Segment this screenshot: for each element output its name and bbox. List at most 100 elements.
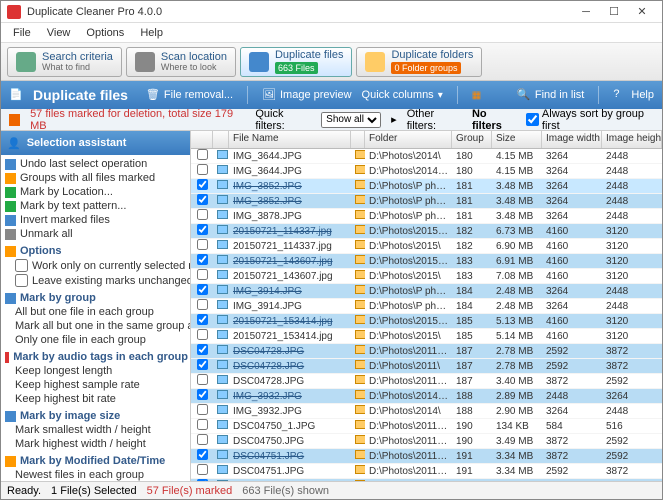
undo-select[interactable]: Undo last select operation: [5, 157, 188, 171]
filter-nav-icon[interactable]: ▸: [391, 113, 397, 126]
quick-filters-select[interactable]: Show all: [321, 112, 381, 128]
mark-by-location[interactable]: Mark by Location...: [5, 185, 188, 199]
table-row[interactable]: IMG_3914.JPGD:\Photos\P phone\858HDJES\1…: [191, 299, 662, 314]
moddate-newest[interactable]: Newest files in each group: [5, 468, 188, 481]
mark-by-text[interactable]: Mark by text pattern...: [5, 199, 188, 213]
help-button[interactable]: ?Help: [613, 88, 654, 102]
opt-leave-marks[interactable]: Leave existing marks unchanged: [5, 273, 188, 288]
table-row[interactable]: DSC04750_1.JPGD:\Photos\2011\24-10-2011\…: [191, 419, 662, 434]
row-checkbox[interactable]: [197, 224, 208, 235]
invert-icon: [5, 215, 16, 226]
maximize-button[interactable]: ☐: [600, 3, 628, 21]
row-checkbox[interactable]: [197, 284, 208, 295]
row-checkbox[interactable]: [197, 374, 208, 385]
col-folder[interactable]: Folder: [365, 131, 452, 148]
row-checkbox[interactable]: [197, 449, 208, 460]
row-checkbox[interactable]: [197, 299, 208, 310]
cell-group: 187: [452, 346, 492, 357]
keep-bit-rate[interactable]: Keep highest bit rate: [5, 392, 188, 406]
unmark-all[interactable]: Unmark all: [5, 227, 188, 241]
table-row[interactable]: 20150721_143607.jpgD:\Photos\2015\1837.0…: [191, 269, 662, 284]
cell-group: 190: [452, 421, 492, 432]
table-row[interactable]: IMG_3644.JPGD:\Photos\2014\1804.15 MB326…: [191, 149, 662, 164]
folders-icon: [365, 52, 385, 72]
quick-columns-button[interactable]: Quick columns ▾: [362, 89, 443, 101]
image-preview-button[interactable]: 🖼Image preview: [262, 88, 352, 102]
menu-file[interactable]: File: [5, 25, 39, 41]
row-checkbox[interactable]: [197, 419, 208, 430]
invert-marks[interactable]: Invert marked files: [5, 213, 188, 227]
table-row[interactable]: IMG_3852.JPGD:\Photos\P phone\858HDJES\1…: [191, 194, 662, 209]
opt-selected-rows[interactable]: Work only on currently selected rows: [5, 258, 188, 273]
row-checkbox[interactable]: [197, 194, 208, 205]
file-removal-button[interactable]: 🗑File removal...: [146, 88, 233, 102]
table-row[interactable]: DSC04750.JPGD:\Photos\2011\24-10-2011\19…: [191, 434, 662, 449]
minimize-button[interactable]: ─: [572, 3, 600, 21]
tab-scan-location[interactable]: Scan locationWhere to look: [126, 47, 236, 77]
col-image-width[interactable]: Image width: [542, 131, 602, 148]
groups-all-marked[interactable]: Groups with all files marked: [5, 171, 188, 185]
table-row[interactable]: DSC04728.JPGD:\Photos\2011\25-08-2011\18…: [191, 344, 662, 359]
mark-all-but-one[interactable]: All but one file in each group: [5, 305, 188, 319]
mark-smallest-wh[interactable]: Mark smallest width / height: [5, 423, 188, 437]
mark-only-one[interactable]: Only one file in each group: [5, 333, 188, 347]
row-checkbox[interactable]: [197, 344, 208, 355]
tab-duplicate-folders[interactable]: Duplicate folders0 Folder groups: [356, 47, 482, 77]
cell-width: 3872: [542, 436, 602, 447]
mark-highest-wh[interactable]: Mark highest width / height: [5, 437, 188, 451]
row-checkbox[interactable]: [197, 329, 208, 340]
close-button[interactable]: ✕: [628, 3, 656, 21]
table-row[interactable]: DSC04751.JPGD:\Photos\2011\calendar\oct\…: [191, 464, 662, 479]
row-checkbox[interactable]: [197, 179, 208, 190]
cell-size: 2.48 MB: [492, 286, 542, 297]
table-row[interactable]: 20150721_114337.jpgD:\Photos\2015\Calend…: [191, 224, 662, 239]
row-checkbox[interactable]: [197, 269, 208, 280]
row-checkbox[interactable]: [197, 254, 208, 265]
cell-width: 3264: [542, 196, 602, 207]
tab-search-criteria[interactable]: Search criteriaWhat to find: [7, 47, 122, 77]
folder-icon: [355, 150, 365, 159]
find-in-list-button[interactable]: 🔍Find in list: [517, 88, 585, 102]
table-row[interactable]: 20150721_153414.jpgD:\Photos\2015\Calend…: [191, 314, 662, 329]
row-checkbox[interactable]: [197, 209, 208, 220]
table-row[interactable]: 20150721_153414.jpgD:\Photos\2015\1855.1…: [191, 329, 662, 344]
row-checkbox[interactable]: [197, 314, 208, 325]
table-row[interactable]: IMG_3644.JPGD:\Photos\2014\Calendar 2014…: [191, 164, 662, 179]
col-size[interactable]: Size: [492, 131, 542, 148]
menu-help[interactable]: Help: [132, 25, 171, 41]
keep-sample-rate[interactable]: Keep highest sample rate: [5, 378, 188, 392]
row-checkbox[interactable]: [197, 149, 208, 160]
folder-icon: [355, 345, 365, 354]
table-row[interactable]: DSC04728.JPGD:\Photos\2011\Sony DSC\1873…: [191, 374, 662, 389]
table-row[interactable]: DSC04751.JPGD:\Photos\2011\24-10-2011\19…: [191, 449, 662, 464]
table-row[interactable]: IMG_3852.JPGD:\Photos\P phone\858HDJES\1…: [191, 179, 662, 194]
row-checkbox[interactable]: [197, 239, 208, 250]
sort-by-group-checkbox[interactable]: Always sort by group first: [526, 108, 654, 132]
row-checkbox[interactable]: [197, 404, 208, 415]
table-row[interactable]: IMG_3932.JPGD:\Photos\2014\1882.90 MB326…: [191, 404, 662, 419]
row-checkbox[interactable]: [197, 464, 208, 475]
magnifier-icon: [16, 52, 36, 72]
table-row[interactable]: IMG_3932.JPGD:\Photos\2014\Calendar 2014…: [191, 389, 662, 404]
row-checkbox[interactable]: [197, 359, 208, 370]
tab-duplicate-files[interactable]: Duplicate files663 Files: [240, 47, 352, 77]
row-checkbox[interactable]: [197, 434, 208, 445]
row-checkbox[interactable]: [197, 164, 208, 175]
status-marked: 57 File(s) marked: [147, 485, 233, 497]
toolbar-grid-icon[interactable]: ▦: [472, 90, 481, 101]
table-row[interactable]: DSC04728.JPGD:\Photos\2011\1872.78 MB259…: [191, 359, 662, 374]
table-row[interactable]: IMG_3914.JPGD:\Photos\P phone\858HDJES\1…: [191, 284, 662, 299]
row-checkbox[interactable]: [197, 389, 208, 400]
col-image-height[interactable]: Image height: [602, 131, 662, 148]
cell-width: 2592: [542, 346, 602, 357]
col-filename[interactable]: File Name: [229, 131, 351, 148]
mark-all-but-one-folder[interactable]: Mark all but one in the same group and f…: [5, 319, 188, 333]
table-row[interactable]: 20150721_114337.jpgD:\Photos\2015\1826.9…: [191, 239, 662, 254]
menu-options[interactable]: Options: [78, 25, 132, 41]
table-row[interactable]: IMG_3878.JPGD:\Photos\P phone\858HDJES\1…: [191, 209, 662, 224]
keep-longest[interactable]: Keep longest length: [5, 364, 188, 378]
table-row[interactable]: 20150721_143607.jpgD:\Photos\2015\Calend…: [191, 254, 662, 269]
menu-view[interactable]: View: [39, 25, 79, 41]
file-rows[interactable]: IMG_3644.JPGD:\Photos\2014\1804.15 MB326…: [191, 149, 662, 481]
col-group[interactable]: Group: [452, 131, 492, 148]
